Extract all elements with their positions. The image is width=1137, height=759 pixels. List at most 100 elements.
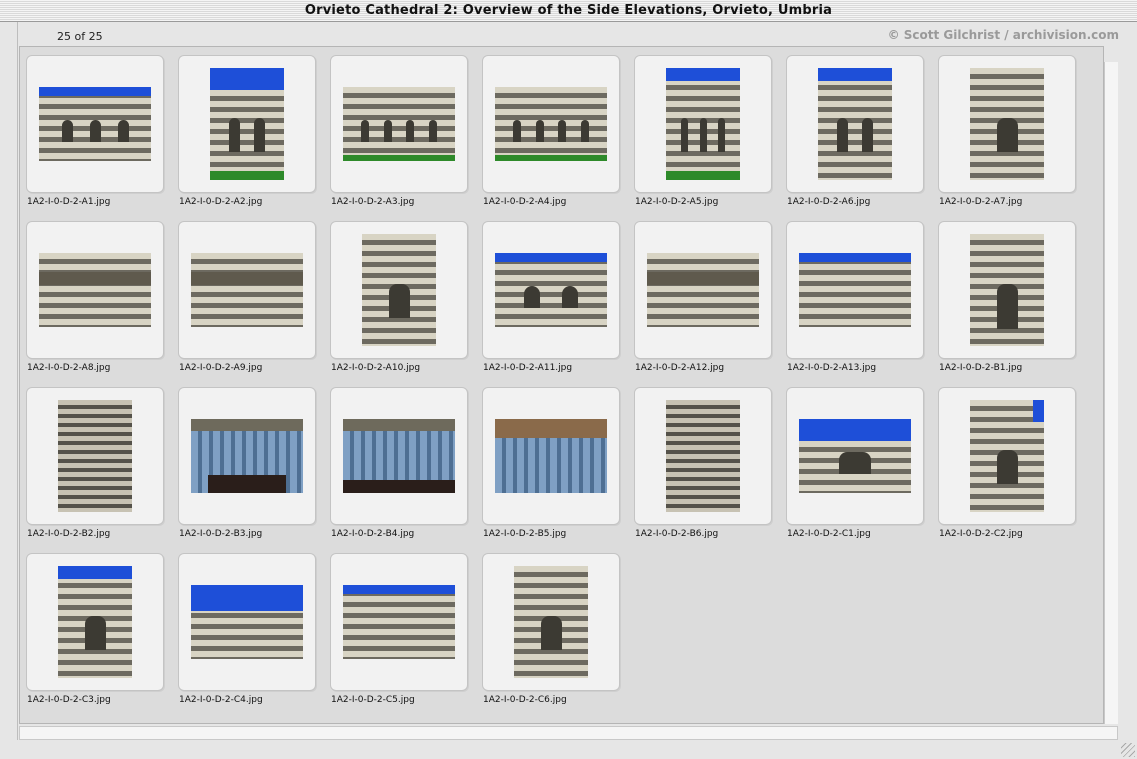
thumbnail-filename: 1A2-I-0-D-2-B3.jpg [179, 529, 263, 539]
thumbnail-image[interactable] [970, 400, 1044, 512]
slide-mount[interactable] [938, 387, 1076, 525]
thumbnail-image[interactable] [39, 253, 151, 327]
thumbnail-filename: 1A2-I-0-D-2-A9.jpg [179, 363, 263, 373]
slide-mount[interactable] [26, 221, 164, 359]
thumbnail-cell[interactable]: 1A2-I-0-D-2-A9.jpg [172, 213, 316, 379]
thumbnail-cell[interactable]: 1A2-I-0-D-2-A11.jpg [476, 213, 620, 379]
thumbnail-cell[interactable]: 1A2-I-0-D-2-A1.jpg [20, 47, 164, 213]
slide-mount[interactable] [178, 553, 316, 691]
slide-mount[interactable] [178, 387, 316, 525]
window-titlebar[interactable]: Orvieto Cathedral 2: Overview of the Sid… [0, 0, 1137, 22]
slide-mount[interactable] [330, 221, 468, 359]
thumbnail-cell[interactable]: 1A2-I-0-D-2-C4.jpg [172, 545, 316, 711]
slide-mount[interactable] [26, 387, 164, 525]
thumbnail-cell[interactable]: 1A2-I-0-D-2-A3.jpg [324, 47, 468, 213]
thumbnail-cell[interactable]: 1A2-I-0-D-2-A5.jpg [628, 47, 772, 213]
window-title: Orvieto Cathedral 2: Overview of the Sid… [304, 3, 833, 18]
thumbnail-image[interactable] [799, 253, 911, 327]
slide-mount[interactable] [786, 221, 924, 359]
slide-mount[interactable] [178, 55, 316, 193]
thumbnail-image[interactable] [495, 253, 607, 327]
slide-mount[interactable] [330, 387, 468, 525]
thumbnail-cell[interactable]: 1A2-I-0-D-2-A8.jpg [20, 213, 164, 379]
thumbnail-image[interactable] [495, 419, 607, 493]
thumbnail-filename: 1A2-I-0-D-2-A10.jpg [331, 363, 421, 373]
thumbnail-cell[interactable]: 1A2-I-0-D-2-A2.jpg [172, 47, 316, 213]
thumbnail-image[interactable] [191, 253, 303, 327]
thumbnail-cell[interactable]: 1A2-I-0-D-2-C2.jpg [932, 379, 1076, 545]
slide-mount[interactable] [482, 55, 620, 193]
thumbnail-cell[interactable]: 1A2-I-0-D-2-B1.jpg [932, 213, 1076, 379]
slide-mount[interactable] [938, 55, 1076, 193]
thumbnail-cell[interactable]: 1A2-I-0-D-2-B5.jpg [476, 379, 620, 545]
thumbnail-filename: 1A2-I-0-D-2-B2.jpg [27, 529, 111, 539]
thumbnail-cell[interactable]: 1A2-I-0-D-2-B4.jpg [324, 379, 468, 545]
thumbnail-filename: 1A2-I-0-D-2-B4.jpg [331, 529, 415, 539]
thumbnail-cell[interactable]: 1A2-I-0-D-2-B6.jpg [628, 379, 772, 545]
thumbnail-filename: 1A2-I-0-D-2-C2.jpg [939, 529, 1023, 539]
thumbnail-image[interactable] [191, 585, 303, 659]
thumbnail-cell[interactable]: 1A2-I-0-D-2-A6.jpg [780, 47, 924, 213]
thumbnail-image[interactable] [495, 87, 607, 161]
slide-mount[interactable] [786, 387, 924, 525]
thumbnail-image[interactable] [210, 68, 284, 180]
thumbnail-filename: 1A2-I-0-D-2-C6.jpg [483, 695, 567, 705]
thumbnail-cell[interactable]: 1A2-I-0-D-2-A10.jpg [324, 213, 468, 379]
thumbnail-cell[interactable]: 1A2-I-0-D-2-B2.jpg [20, 379, 164, 545]
thumbnail-cell[interactable]: 1A2-I-0-D-2-A7.jpg [932, 47, 1076, 213]
thumbnail-image[interactable] [39, 87, 151, 161]
slide-mount[interactable] [26, 553, 164, 691]
slide-mount[interactable] [330, 553, 468, 691]
slide-mount[interactable] [178, 221, 316, 359]
thumbnail-cell[interactable]: 1A2-I-0-D-2-C1.jpg [780, 379, 924, 545]
thumbnail-filename: 1A2-I-0-D-2-C5.jpg [331, 695, 415, 705]
thumbnail-image[interactable] [970, 68, 1044, 180]
slide-mount[interactable] [482, 387, 620, 525]
thumbnail-cell[interactable]: 1A2-I-0-D-2-A4.jpg [476, 47, 620, 213]
left-divider [17, 22, 18, 740]
thumbnail-image[interactable] [191, 419, 303, 493]
thumbnail-image[interactable] [799, 419, 911, 493]
thumbnail-filename: 1A2-I-0-D-2-A5.jpg [635, 197, 719, 207]
thumbnail-cell[interactable]: 1A2-I-0-D-2-C6.jpg [476, 545, 620, 711]
slide-mount[interactable] [26, 55, 164, 193]
slide-mount[interactable] [634, 221, 772, 359]
thumbnail-image[interactable] [343, 419, 455, 493]
thumbnail-filename: 1A2-I-0-D-2-A2.jpg [179, 197, 263, 207]
thumbnail-cell[interactable]: 1A2-I-0-D-2-C5.jpg [324, 545, 468, 711]
thumbnail-image[interactable] [362, 234, 436, 346]
thumbnail-image[interactable] [666, 400, 740, 512]
thumbnail-image[interactable] [666, 68, 740, 180]
slide-mount[interactable] [938, 221, 1076, 359]
thumbnail-cell[interactable]: 1A2-I-0-D-2-A12.jpg [628, 213, 772, 379]
slide-mount[interactable] [482, 221, 620, 359]
resize-grip-icon[interactable] [1121, 743, 1135, 757]
thumbnail-filename: 1A2-I-0-D-2-A11.jpg [483, 363, 573, 373]
thumbnail-image[interactable] [343, 585, 455, 659]
thumbnail-image[interactable] [818, 68, 892, 180]
slide-mount[interactable] [786, 55, 924, 193]
thumbnail-filename: 1A2-I-0-D-2-B6.jpg [635, 529, 719, 539]
thumbnail-cell[interactable]: 1A2-I-0-D-2-C3.jpg [20, 545, 164, 711]
thumbnail-filename: 1A2-I-0-D-2-A8.jpg [27, 363, 111, 373]
slide-mount[interactable] [330, 55, 468, 193]
thumbnail-filename: 1A2-I-0-D-2-A12.jpg [635, 363, 725, 373]
thumbnail-filename: 1A2-I-0-D-2-A13.jpg [787, 363, 877, 373]
slide-mount[interactable] [634, 55, 772, 193]
image-count: 25 of 25 [57, 30, 103, 43]
thumbnail-image[interactable] [514, 566, 588, 678]
thumbnail-filename: 1A2-I-0-D-2-A6.jpg [787, 197, 871, 207]
vertical-scrollbar[interactable] [1104, 62, 1118, 724]
horizontal-scrollbar[interactable] [19, 726, 1118, 740]
slide-mount[interactable] [634, 387, 772, 525]
slide-mount[interactable] [482, 553, 620, 691]
thumbnail-image[interactable] [970, 234, 1044, 346]
thumbnail-filename: 1A2-I-0-D-2-A4.jpg [483, 197, 567, 207]
thumbnail-image[interactable] [647, 253, 759, 327]
thumbnail-image[interactable] [58, 400, 132, 512]
thumbnail-grid: 1A2-I-0-D-2-A1.jpg 1A2-I-0-D-2-A2.jpg 1A2-… [19, 46, 1104, 724]
thumbnail-cell[interactable]: 1A2-I-0-D-2-A13.jpg [780, 213, 924, 379]
thumbnail-image[interactable] [343, 87, 455, 161]
thumbnail-cell[interactable]: 1A2-I-0-D-2-B3.jpg [172, 379, 316, 545]
thumbnail-image[interactable] [58, 566, 132, 678]
